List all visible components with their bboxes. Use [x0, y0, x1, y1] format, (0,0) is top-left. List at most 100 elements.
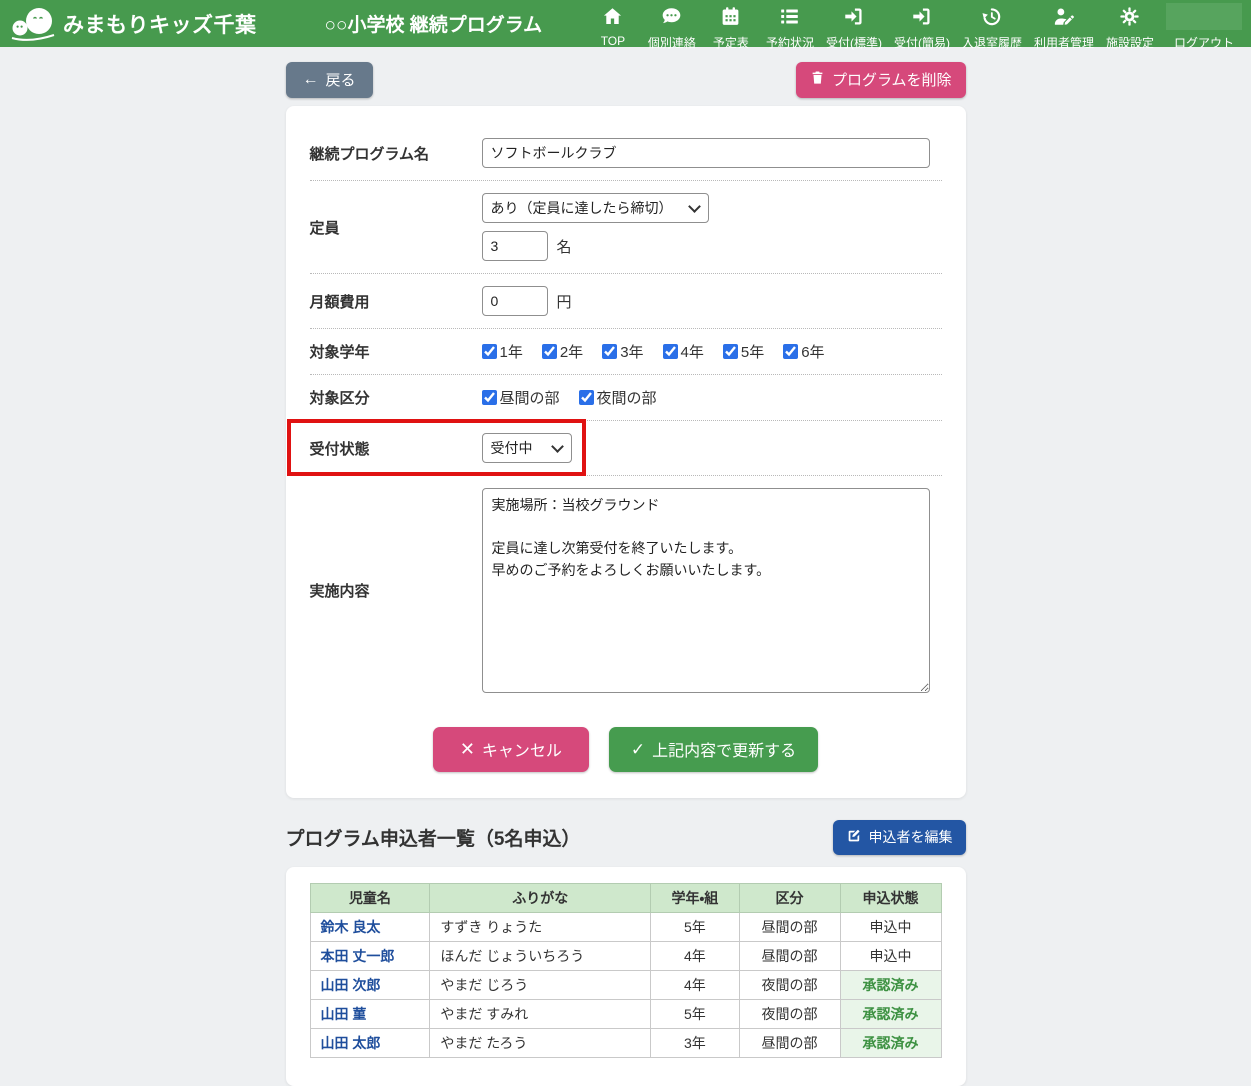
checkbox-option[interactable]: 6年	[783, 341, 824, 362]
applicant-grade: 3年	[651, 1029, 739, 1058]
program-name-input[interactable]	[482, 138, 930, 168]
checkbox-label: 夜間の部	[597, 387, 657, 408]
checkbox-label: 2年	[560, 341, 583, 362]
form-row-program-name: 継続プログラム名	[310, 126, 942, 181]
nav-item-top[interactable]: TOP	[584, 0, 642, 48]
capacity-count-input[interactable]	[482, 231, 548, 261]
applicant-division: 夜間の部	[739, 1000, 840, 1029]
edit-applicants-button[interactable]: 申込者を編集	[833, 820, 966, 855]
checkbox-option[interactable]: 2年	[542, 341, 583, 362]
applicant-status: 申込中	[840, 942, 941, 971]
program-form-card: 継続プログラム名 定員 あり（定員に達したら締切） 名 月額費用 円	[286, 106, 966, 798]
column-header: ふりがな	[430, 884, 651, 913]
applicant-name-link[interactable]: 山田 太郎	[310, 1029, 430, 1058]
applicant-grade: 4年	[651, 942, 739, 971]
details-label: 実施内容	[310, 580, 482, 601]
capacity-select[interactable]: あり（定員に達したら締切）	[482, 193, 709, 223]
checkbox[interactable]	[542, 344, 557, 359]
target-grades-label: 対象学年	[310, 341, 482, 362]
applicant-division: 夜間の部	[739, 971, 840, 1000]
program-name-label: 継続プログラム名	[310, 143, 482, 164]
update-button[interactable]: ✓ 上記内容で更新する	[609, 727, 818, 772]
applicant-kana: すずき りょうた	[430, 913, 651, 942]
checkbox[interactable]	[482, 390, 497, 405]
details-textarea[interactable]: 実施場所：当校グラウンド 定員に達し次第受付を終了いたします。 早めのご予約をよ…	[482, 488, 930, 693]
reception-status-label: 受付状態	[310, 438, 482, 459]
edit-icon	[846, 828, 862, 847]
nav-label: ログアウト	[1174, 34, 1234, 51]
target-division-group: 昼間の部 夜間の部	[482, 387, 657, 408]
arrow-left-icon: ←	[303, 72, 319, 88]
checkbox[interactable]	[482, 344, 497, 359]
applicant-name-link[interactable]: 本田 丈一郎	[310, 942, 430, 971]
monthly-fee-unit-label: 円	[557, 291, 572, 312]
capacity-label: 定員	[310, 217, 482, 238]
checkbox[interactable]	[783, 344, 798, 359]
form-actions: ✕ キャンセル ✓ 上記内容で更新する	[310, 727, 942, 772]
applicant-division: 昼間の部	[739, 913, 840, 942]
checkbox-option[interactable]: 4年	[663, 341, 704, 362]
form-row-monthly-fee: 月額費用 円	[310, 274, 942, 329]
back-button[interactable]: ← 戻る	[286, 62, 373, 98]
column-header: 学年・組	[651, 884, 739, 913]
user-edit-icon	[1053, 6, 1074, 32]
main-nav: TOP 個別連絡 予定表	[584, 0, 1251, 47]
checkbox[interactable]	[579, 390, 594, 405]
target-division-label: 対象区分	[310, 387, 482, 408]
app-header: みまもりキッズ千葉 ○○小学校 継続プログラム TOP 個別連絡	[0, 0, 1251, 47]
applicant-status: 承認済み	[840, 971, 941, 1000]
checkbox[interactable]	[602, 344, 617, 359]
nav-item-user-management[interactable]: 利用者管理	[1028, 0, 1100, 51]
applicant-name-link[interactable]: 山田 次郎	[310, 971, 430, 1000]
nav-item-entry-exit-history[interactable]: 入退室履歴	[956, 0, 1028, 51]
applicants-section-head: プログラム申込者一覧（5名申込） 申込者を編集	[286, 820, 966, 855]
applicant-name-link[interactable]: 山田 菫	[310, 1000, 430, 1029]
reception-status-select[interactable]: 受付中	[482, 433, 572, 463]
applicant-kana: ほんだ じょういちろう	[430, 942, 651, 971]
nav-item-reception-simple[interactable]: 受付(簡易)	[888, 0, 956, 51]
checkbox[interactable]	[663, 344, 678, 359]
history-icon	[981, 6, 1002, 32]
nav-item-reservation-status[interactable]: 予約状況	[760, 0, 820, 51]
nav-label: 予定表	[713, 34, 749, 51]
gear-icon	[1119, 6, 1140, 32]
app-logo[interactable]: みまもりキッズ千葉	[0, 6, 257, 42]
nav-item-reception-standard[interactable]: 受付(標準)	[820, 0, 888, 51]
monthly-fee-label: 月額費用	[310, 291, 482, 312]
applicants-heading: プログラム申込者一覧（5名申込）	[286, 824, 581, 851]
logo-text: みまもりキッズ千葉	[63, 9, 257, 39]
nav-label: 施設設定	[1106, 34, 1154, 51]
checkbox-option[interactable]: 夜間の部	[579, 387, 657, 408]
checkbox[interactable]	[723, 344, 738, 359]
nav-label: 予約状況	[766, 34, 814, 51]
target-grades-group: 1年 2年 3年 4年 5年 6年	[482, 341, 825, 362]
column-header: 申込状態	[840, 884, 941, 913]
checkbox-option[interactable]: 昼間の部	[482, 387, 560, 408]
column-header: 児童名	[310, 884, 430, 913]
checkbox-option[interactable]: 5年	[723, 341, 764, 362]
checkbox-option[interactable]: 3年	[602, 341, 643, 362]
table-row: 本田 丈一郎ほんだ じょういちろう4年昼間の部申込中	[310, 942, 941, 971]
table-row: 鈴木 良太すずき りょうた5年昼間の部申込中	[310, 913, 941, 942]
applicant-division: 昼間の部	[739, 1029, 840, 1058]
nav-item-schedule[interactable]: 予定表	[702, 0, 760, 51]
applicant-name-link[interactable]: 鈴木 良太	[310, 913, 430, 942]
checkbox-label: 5年	[741, 341, 764, 362]
checkbox-label: 昼間の部	[500, 387, 560, 408]
delete-program-button[interactable]: プログラムを削除	[796, 62, 966, 98]
cancel-button[interactable]: ✕ キャンセル	[433, 727, 589, 772]
x-icon: ✕	[460, 740, 475, 758]
applicant-division: 昼間の部	[739, 942, 840, 971]
applicant-status: 承認済み	[840, 1000, 941, 1029]
applicants-table: 児童名ふりがな学年・組区分申込状態 鈴木 良太すずき りょうた5年昼間の部申込中…	[310, 883, 942, 1058]
applicant-status: 申込中	[840, 913, 941, 942]
nav-item-logout[interactable]: ログアウト	[1160, 0, 1248, 51]
nav-item-individual-contact[interactable]: 個別連絡	[642, 0, 702, 51]
monthly-fee-input[interactable]	[482, 286, 548, 316]
sign-in-icon	[843, 6, 864, 32]
nav-label: 利用者管理	[1034, 34, 1094, 51]
checkbox-label: 3年	[620, 341, 643, 362]
checkbox-label: 6年	[801, 341, 824, 362]
checkbox-option[interactable]: 1年	[482, 341, 523, 362]
nav-item-facility-settings[interactable]: 施設設定	[1100, 0, 1160, 51]
